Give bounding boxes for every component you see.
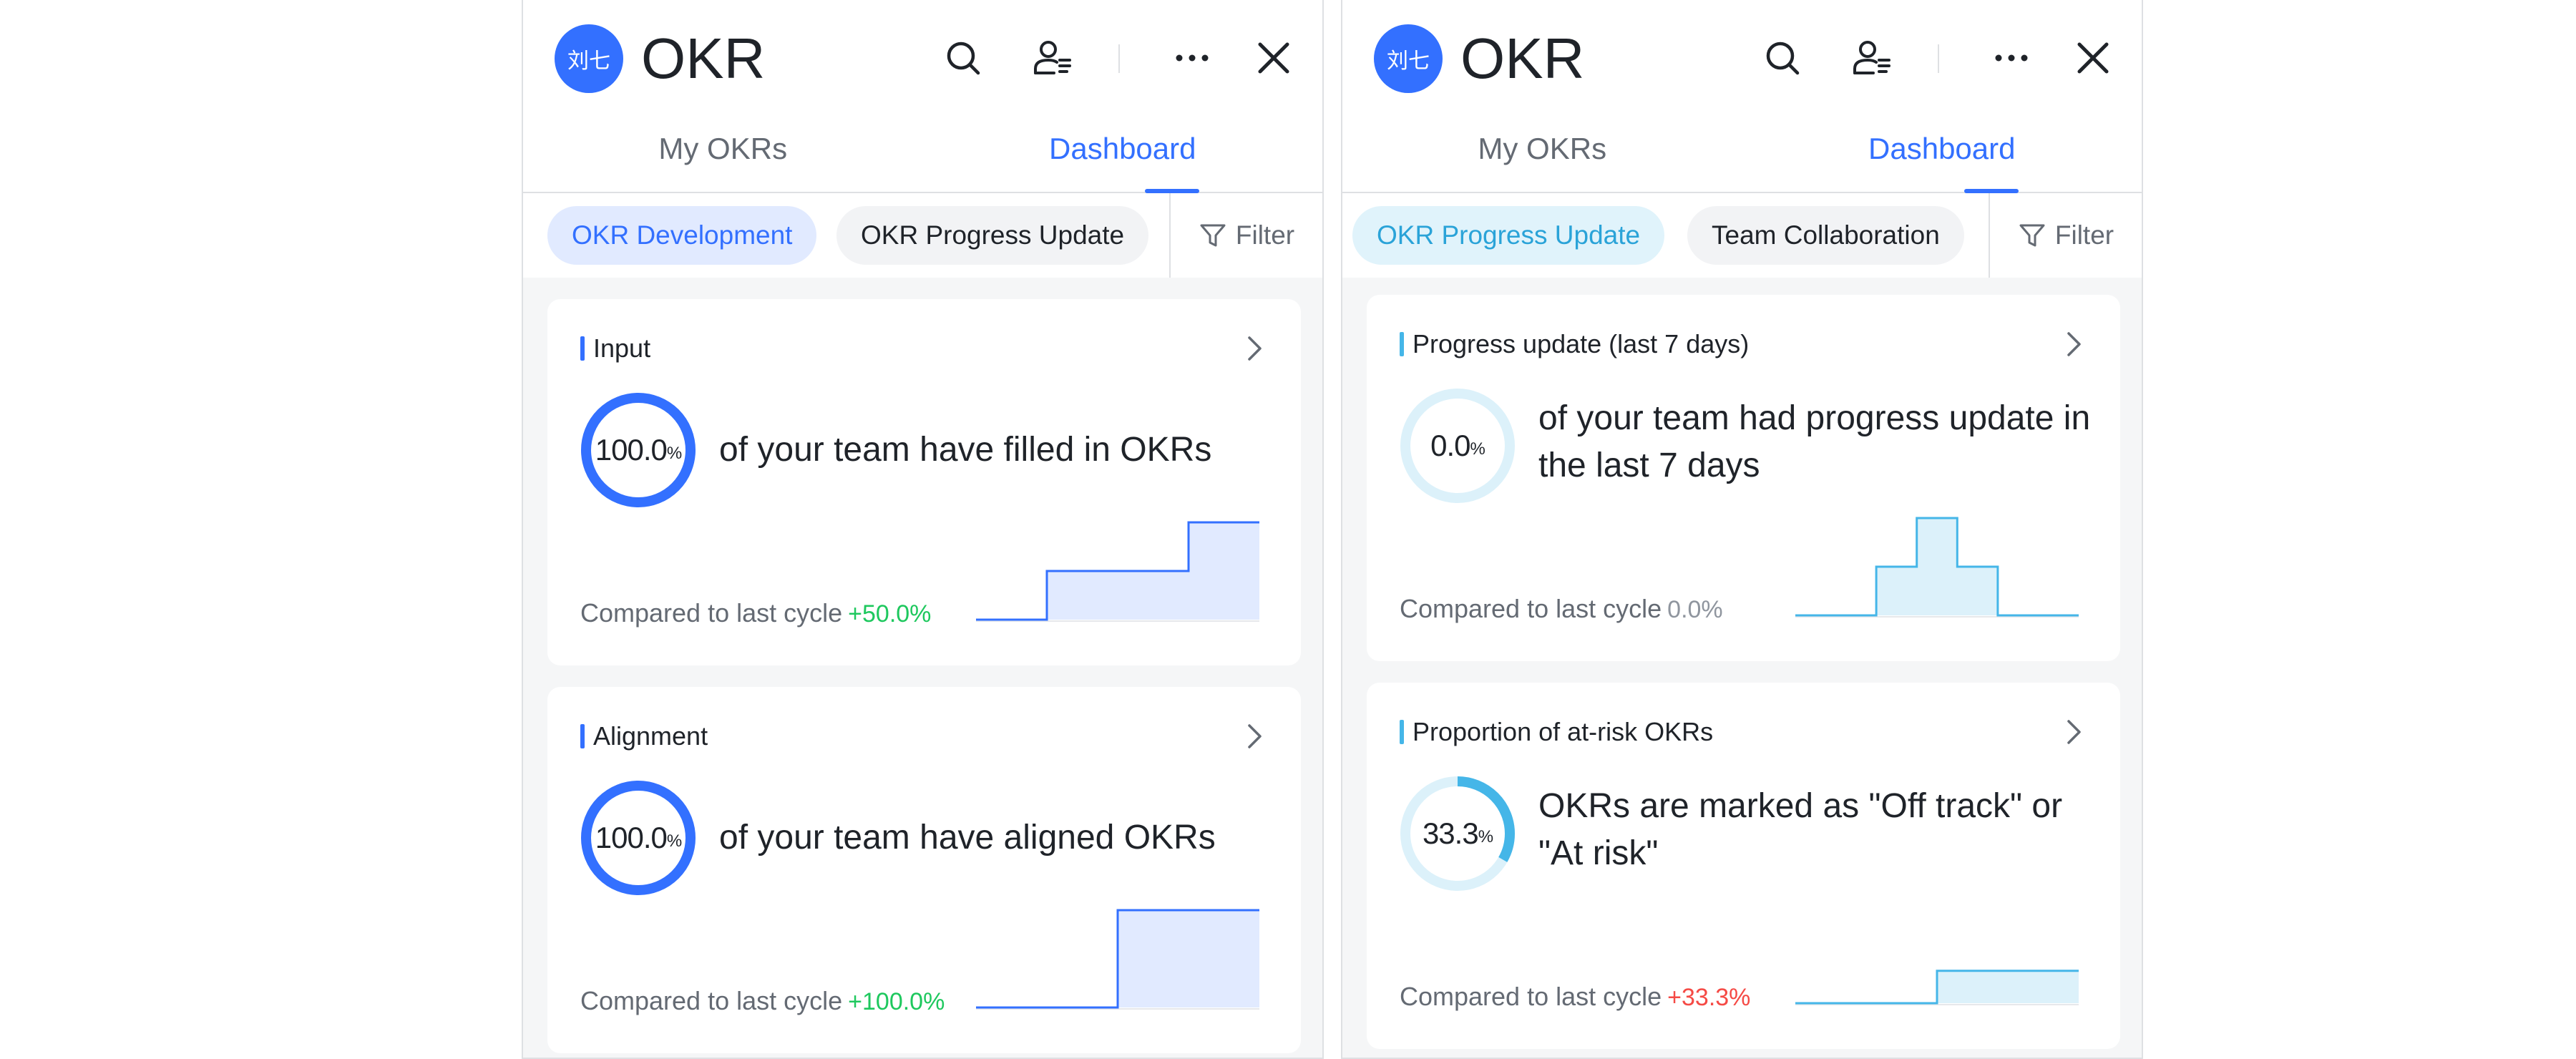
card-title: Input [593,333,651,363]
header-divider [1938,44,1939,73]
ring-unit: % [666,444,682,463]
dashboard-content: Progress update (last 7 days) 0.0% of yo… [1342,278,2142,1058]
metric-card-input[interactable]: Input 100.0% of your team have filled in… [547,299,1301,665]
title-accent [580,724,585,748]
tab-label: Dashboard [1049,132,1196,165]
search-icon[interactable] [942,37,984,79]
close-icon[interactable] [2072,37,2114,79]
ring-unit: % [1478,827,1493,846]
compare-value: +50.0% [848,600,932,628]
filter-label: Filter [1235,220,1295,250]
trend-sparkline [976,518,1259,624]
tab-label: My OKRs [658,132,788,165]
metric-statement: OKRs are marked as "Off track" or "At ri… [1538,787,2063,872]
avatar[interactable]: 刘七 [1374,24,1443,93]
compare-label: Compared to last cycle [580,598,843,628]
compare-label: Compared to last cycle [1400,982,1662,1011]
comparison: Compared to last cycle 0.0% [1400,594,1723,624]
progress-ring: 100.0% [579,391,698,509]
card-title: Progress update (last 7 days) [1413,329,1750,358]
card-title: Proportion of at-risk OKRs [1413,717,1714,746]
chevron-right-icon[interactable] [1241,333,1268,363]
filter-bar: OKR Progress Update Team Collaboration F… [1342,193,2142,278]
tab-dashboard[interactable]: Dashboard [923,106,1323,193]
tab-my-okrs[interactable]: My OKRs [523,106,923,192]
title-accent [1400,332,1404,356]
ring-unit: % [666,831,682,851]
ring-value: 100.0 [595,433,668,467]
chip-team-collaboration[interactable]: Team Collaboration [1687,206,1964,265]
metric-statement: of your team had progress update in the … [1538,399,2091,484]
filter-icon [2019,224,2045,247]
card-title: Alignment [593,721,708,751]
add-user-icon[interactable] [1031,37,1073,79]
filter-label: Filter [2054,220,2114,250]
trend-sparkline [1795,902,2079,1007]
chip-okr-progress-update[interactable]: OKR Progress Update [1352,206,1665,265]
more-icon[interactable] [1991,37,2032,79]
compare-value: +33.3% [1667,984,1751,1011]
okr-panel-right: 刘七 OKR My OKRs Dashboard OKR Progress Up… [1341,0,2143,1059]
tab-bar: My OKRs Dashboard [1342,106,2142,193]
filter-bar: OKR Development OKR Progress Update Filt… [523,193,1322,278]
header-divider [1118,44,1120,73]
metric-card-progress-update[interactable]: Progress update (last 7 days) 0.0% of yo… [1367,295,2120,661]
app-title: OKR [1460,26,1585,90]
comparison: Compared to last cycle +50.0% [580,598,931,628]
chip-okr-progress-update[interactable]: OKR Progress Update [836,206,1149,265]
tab-dashboard[interactable]: Dashboard [1742,106,2142,193]
ring-value: 0.0 [1430,429,1470,462]
compare-label: Compared to last cycle [580,986,843,1015]
tab-bar: My OKRs Dashboard [523,106,1322,193]
compare-label: Compared to last cycle [1400,594,1662,623]
comparison: Compared to last cycle +100.0% [580,986,945,1016]
chevron-right-icon[interactable] [2060,329,2087,359]
progress-ring: 33.3% [1398,774,1517,893]
metric-card-at-risk[interactable]: Proportion of at-risk OKRs 33.3% OKRs ar… [1367,683,2120,1049]
filter-icon [1200,224,1226,247]
ring-value: 33.3 [1422,816,1479,850]
ring-value: 100.0 [595,821,668,854]
filter-button[interactable]: Filter [1169,193,1322,278]
comparison: Compared to last cycle +33.3% [1400,982,1750,1012]
metric-statement: of your team have filled in OKRs [719,431,1212,469]
metric-statement: of your team have aligned OKRs [719,819,1216,857]
trend-sparkline [1795,514,2079,620]
chevron-right-icon[interactable] [2060,717,2087,747]
search-icon[interactable] [1762,37,1803,79]
title-accent [1400,720,1404,744]
filter-button[interactable]: Filter [1989,193,2142,278]
app-title: OKR [641,26,766,90]
chevron-right-icon[interactable] [1241,721,1268,751]
compare-value: 0.0% [1667,596,1723,623]
panel-header: 刘七 OKR [523,0,1322,106]
chip-okr-development[interactable]: OKR Development [547,206,817,265]
okr-panel-left: 刘七 OKR My OKRs Dashboard OKR Development… [522,0,1324,1059]
avatar[interactable]: 刘七 [555,24,623,93]
panel-header: 刘七 OKR [1342,0,2142,106]
title-accent [580,336,585,361]
tab-my-okrs[interactable]: My OKRs [1342,106,1742,192]
metric-card-alignment[interactable]: Alignment 100.0% of your team have align… [547,687,1301,1053]
ring-unit: % [1470,439,1485,459]
progress-ring: 0.0% [1398,386,1517,505]
sparkline-area [1795,518,2079,615]
close-icon[interactable] [1253,37,1294,79]
tab-label: Dashboard [1868,132,2016,165]
progress-ring: 100.0% [579,779,698,897]
compare-value: +100.0% [848,988,945,1015]
tab-label: My OKRs [1478,132,1607,165]
trend-sparkline [976,906,1259,1012]
more-icon[interactable] [1171,37,1213,79]
add-user-icon[interactable] [1850,37,1892,79]
dashboard-content: Input 100.0% of your team have filled in… [523,278,1322,1058]
